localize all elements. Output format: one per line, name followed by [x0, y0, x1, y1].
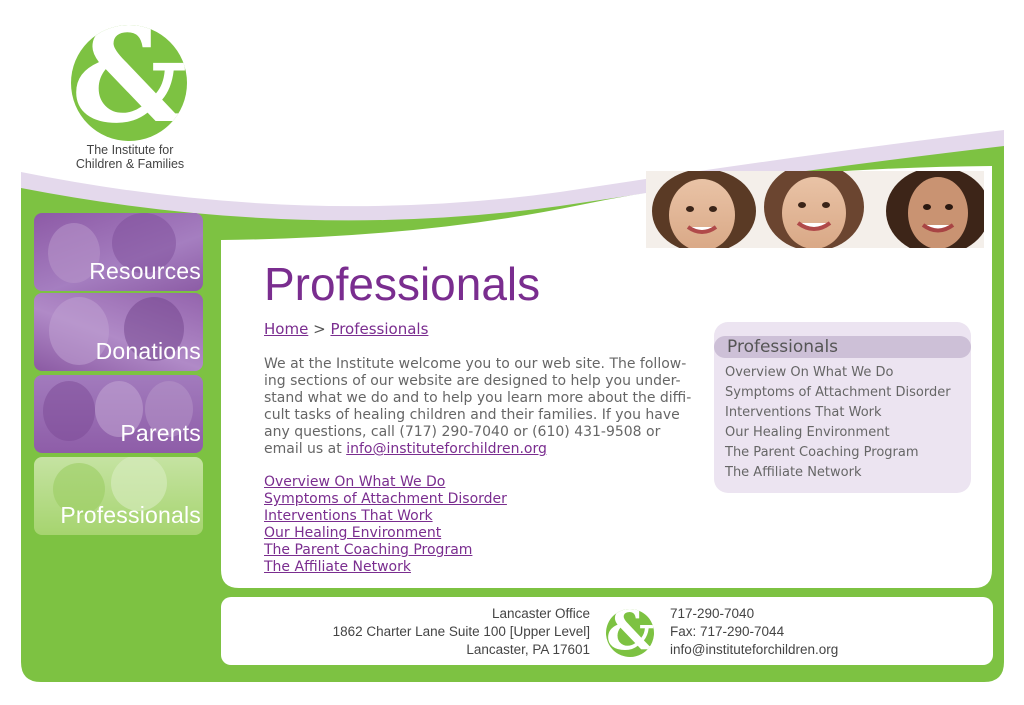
list-item: The Parent Coaching Program — [264, 542, 507, 559]
intro-paragraph: We at the Institute welcome you to our w… — [264, 356, 694, 458]
logo-tagline: The Institute for Children & Families — [52, 143, 208, 171]
logo-ampersand: & — [71, 25, 187, 141]
footer-contact: 717-290-7040 Fax: 717-290-7044 info@inst… — [670, 605, 838, 659]
intro-line: We at the Institute welcome you to our w… — [264, 356, 687, 372]
footer-fax: Fax: 717-290-7044 — [670, 624, 785, 639]
footer-office: Lancaster Office — [491, 606, 590, 621]
email-link[interactable]: info@instituteforchildren.org — [346, 441, 547, 457]
footer-email[interactable]: info@instituteforchildren.org — [670, 641, 838, 659]
list-item: Symptoms of Attachment Disorder — [264, 491, 507, 508]
subnav-item-symptoms[interactable]: Symptoms of Attachment Disorder — [725, 383, 951, 403]
footer-street: 1862 Charter Lane Suite 100 [Upper Level… — [332, 624, 590, 639]
page-title: Professionals — [264, 258, 541, 310]
link-symptoms[interactable]: Symptoms of Attachment Disorder — [264, 491, 507, 507]
subnav-item-parent-coaching[interactable]: The Parent Coaching Program — [725, 443, 951, 463]
subnav-item-interventions[interactable]: Interventions That Work — [725, 403, 951, 423]
list-item: The Affiliate Network — [264, 559, 507, 576]
footer-phone: 717-290-7040 — [670, 606, 755, 621]
content-link-list: Overview On What We Do Symptoms of Attac… — [264, 474, 507, 576]
subnav-item-overview[interactable]: Overview On What We Do — [725, 363, 951, 383]
list-item: Our Healing Environment — [264, 525, 507, 542]
intro-line: stand what we do and to help you learn m… — [264, 390, 692, 406]
nav-parents[interactable]: Parents — [34, 375, 203, 453]
link-healing-environment[interactable]: Our Healing Environment — [264, 525, 441, 541]
subnav-list: Overview On What We Do Symptoms of Attac… — [725, 363, 951, 483]
nav-label: Professionals — [60, 502, 201, 528]
footer-address: Lancaster Office 1862 Charter Lane Suite… — [300, 605, 590, 659]
footer-city: Lancaster, PA 17601 — [466, 642, 590, 657]
list-item: Overview On What We Do — [264, 474, 507, 491]
logo[interactable]: & — [71, 25, 187, 141]
nav-label: Resources — [89, 258, 201, 284]
link-affiliate-network[interactable]: The Affiliate Network — [264, 559, 411, 575]
nav-label: Donations — [95, 338, 201, 364]
nav-professionals[interactable]: Professionals — [34, 457, 203, 535]
intro-line: cult tasks of healing children and their… — [264, 407, 680, 423]
footer-logo: & — [606, 609, 654, 657]
intro-line-email: email us at info@instituteforchildren.or… — [264, 441, 694, 458]
tagline-line-2: Children & Families — [75, 157, 185, 171]
list-item: Interventions That Work — [264, 508, 507, 525]
subnav-panel-title: Professionals — [727, 337, 839, 357]
footer-logo-ampersand: & — [606, 609, 654, 657]
intro-line: any questions, call (717) 290-7040 or (6… — [264, 424, 661, 440]
intro-line: ing sections of our website are designed… — [264, 373, 681, 389]
breadcrumb-home-link[interactable]: Home — [264, 320, 308, 338]
breadcrumb-current-link[interactable]: Professionals — [330, 320, 428, 338]
subnav-item-affiliate-network[interactable]: The Affiliate Network — [725, 463, 951, 483]
tagline-line-1: The Institute for — [86, 143, 174, 157]
link-interventions[interactable]: Interventions That Work — [264, 508, 433, 524]
nav-donations[interactable]: Donations — [34, 293, 203, 371]
children-photo — [646, 171, 984, 248]
link-parent-coaching[interactable]: The Parent Coaching Program — [264, 542, 472, 558]
breadcrumb: Home > Professionals — [264, 320, 428, 338]
subnav-item-healing-environment[interactable]: Our Healing Environment — [725, 423, 951, 443]
breadcrumb-separator: > — [313, 320, 326, 338]
intro-email-prefix: email us at — [264, 441, 347, 457]
nav-label: Parents — [120, 420, 201, 446]
nav-resources[interactable]: Resources — [34, 213, 203, 291]
link-overview[interactable]: Overview On What We Do — [264, 474, 445, 490]
